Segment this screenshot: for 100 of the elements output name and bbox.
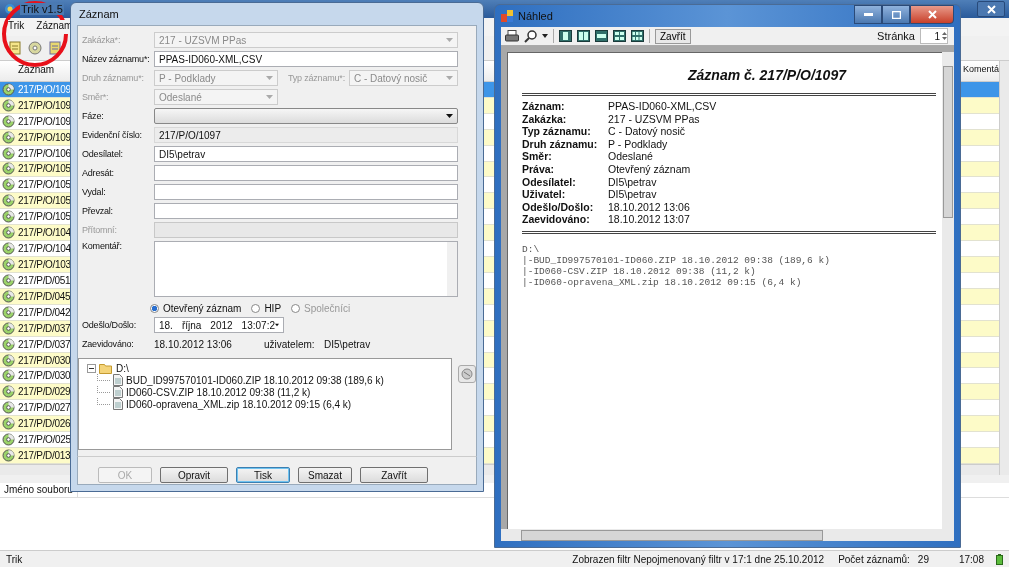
minimize-icon — [863, 13, 873, 16]
record-cell: 217/P/O/105 — [18, 195, 71, 207]
dialog-button[interactable]: Tisk — [236, 467, 290, 483]
page-label: Stránka — [877, 30, 915, 42]
status-count: 29 — [917, 553, 929, 565]
listing-line: |-ID060-opravena_XML.zip 18.10.2012 09:15 (6,4 k) — [522, 276, 803, 288]
page-layout-icon[interactable] — [595, 30, 608, 42]
vertical-scrollbar[interactable] — [999, 61, 1009, 475]
close-button[interactable] — [910, 5, 954, 24]
dialog-button[interactable]: Smazat — [298, 467, 352, 483]
document-field-value: DI5\petrav — [608, 188, 658, 201]
status-app-name: Trik — [6, 553, 23, 565]
field-label: Evidenční číslo: — [82, 130, 143, 140]
document-field-label: Uživatel: — [522, 188, 567, 201]
disc-icon — [2, 82, 15, 96]
page-layout-icon[interactable] — [577, 30, 590, 42]
record-cell: 217/P/D/026 — [18, 418, 71, 430]
document-field-value: 18.10.2012 13:06 — [608, 200, 691, 214]
registered-date: 18.10.2012 13:06 — [154, 338, 233, 350]
zoom-icon[interactable] — [524, 29, 537, 43]
radio-option[interactable]: Otevřený záznam — [150, 303, 242, 314]
field-label: Převzal: — [82, 206, 114, 216]
date-time-picker[interactable]: 18. října 2012 13:07:2 — [154, 317, 284, 333]
user-name: DI5\petrav — [324, 338, 371, 350]
document-field-label: Zakázka: — [522, 112, 568, 126]
page-layout-icon[interactable] — [613, 30, 626, 42]
input-field[interactable]: PPAS-ID060-XML,CSV — [154, 51, 458, 67]
readonly-field: 217/P/O/1097 — [154, 127, 458, 143]
file-icon — [113, 398, 123, 410]
record-cell: 217/P/O/104 — [18, 243, 71, 255]
file-icon — [113, 386, 123, 398]
record-cell: 217/P/D/051 — [18, 274, 71, 286]
page-layout-icon[interactable] — [631, 30, 644, 42]
folder-icon — [99, 362, 113, 374]
disc-icon[interactable] — [28, 41, 42, 55]
field-label: Komentář: — [82, 241, 123, 251]
input-field[interactable]: DI5\petrav — [154, 146, 458, 162]
disc-icon — [2, 98, 15, 112]
document-field-value: DI5\petrav — [608, 175, 658, 189]
input-field[interactable] — [154, 165, 458, 181]
document-field-value: 18.10.2012 13:07 — [608, 213, 691, 226]
status-time: 17:08 — [958, 553, 984, 565]
field-label: Druh záznamu*: — [82, 73, 145, 83]
user-label: uživatelem: — [264, 338, 316, 350]
dropdown-arrow-icon — [275, 323, 279, 327]
dropdown-field[interactable] — [154, 108, 458, 124]
document-field-label: Práva: — [522, 162, 556, 176]
record-cell: 217/P/O/103 — [18, 259, 71, 270]
maximize-icon — [891, 10, 901, 19]
document-field-value: 217 - UZSVM PPas — [608, 112, 701, 126]
input-field[interactable] — [154, 203, 458, 219]
record-cell: 217/P/D/045 — [18, 290, 71, 302]
dropdown-arrow-icon — [446, 76, 453, 80]
tree-item[interactable]: ID060-opravena_XML.zip 18.10.2012 09:15 (6,4 k) — [126, 398, 352, 410]
record-cell: 217/P/O/105 — [18, 211, 71, 223]
new-record-icon[interactable] — [8, 41, 22, 55]
record-cell: 217/P/O/109 — [18, 115, 71, 127]
record-cell: 217/P/D/027 — [18, 402, 71, 414]
expander-icon[interactable] — [87, 363, 96, 373]
print-icon[interactable] — [505, 29, 519, 43]
radio-option[interactable]: HIP — [251, 303, 282, 314]
tree-item[interactable]: D:\ — [116, 362, 129, 374]
field-label: Zakázka*: — [82, 35, 122, 45]
listing-line: |-ID060-CSV.ZIP 18.10.2012 09:38 (11,2 k) — [522, 265, 757, 277]
minimize-button[interactable] — [854, 5, 882, 24]
field-label: Typ záznamu*: — [288, 73, 345, 83]
dialog-button[interactable]: Zavřít — [360, 467, 428, 483]
window-title: Záznam — [79, 8, 119, 20]
horizontal-scrollbar[interactable] — [501, 529, 954, 541]
caret-icon[interactable] — [542, 34, 548, 38]
vertical-scrollbar[interactable] — [942, 52, 954, 529]
dialog-button[interactable]: Opravit — [160, 467, 228, 483]
record-cell: 217/P/D/037 — [18, 338, 71, 350]
close-preview-button[interactable]: Zavřít — [655, 28, 691, 44]
dropdown-arrow-icon — [446, 114, 453, 118]
page-layout-icon[interactable] — [559, 30, 572, 42]
app-icon — [4, 3, 16, 15]
record-cell: 217/P/O/109 — [18, 83, 71, 95]
field-label: Adresát: — [82, 168, 115, 178]
tree-item[interactable]: BUD_ID997570101-ID060.ZIP 18.10.2012 09:38 (189,6 k) — [126, 374, 384, 386]
comment-field[interactable] — [154, 241, 458, 297]
vertical-scrollbar[interactable] — [447, 242, 457, 296]
close-button[interactable] — [977, 1, 1005, 17]
column-header[interactable]: Komentá — [961, 61, 999, 81]
battery-icon — [996, 553, 1003, 565]
status-filter: Zobrazen filtr Nepojmenovaný filtr v 17:1 dne 25.10.2012 — [572, 553, 825, 565]
tree-item[interactable]: ID060-CSV.ZIP 18.10.2012 09:38 (11,2 k) — [126, 386, 311, 398]
record-cell: 217/P/D/029 — [18, 386, 71, 398]
field-label: Směr*: — [82, 92, 110, 102]
window-title: Náhled — [518, 10, 553, 22]
maximize-button[interactable] — [882, 5, 910, 24]
input-field[interactable] — [154, 184, 458, 200]
document-field-label: Záznam: — [522, 100, 566, 113]
document-field-value: C - Datový nosič — [608, 125, 687, 138]
field-label: Odešlo/Došlo: — [82, 320, 137, 330]
page-number-field[interactable]: 1 — [920, 28, 948, 44]
document-icon[interactable] — [48, 41, 62, 55]
close-icon — [927, 10, 937, 19]
record-cell: 217/P/D/042 — [18, 306, 71, 318]
dropdown-arrow-icon — [266, 95, 273, 99]
